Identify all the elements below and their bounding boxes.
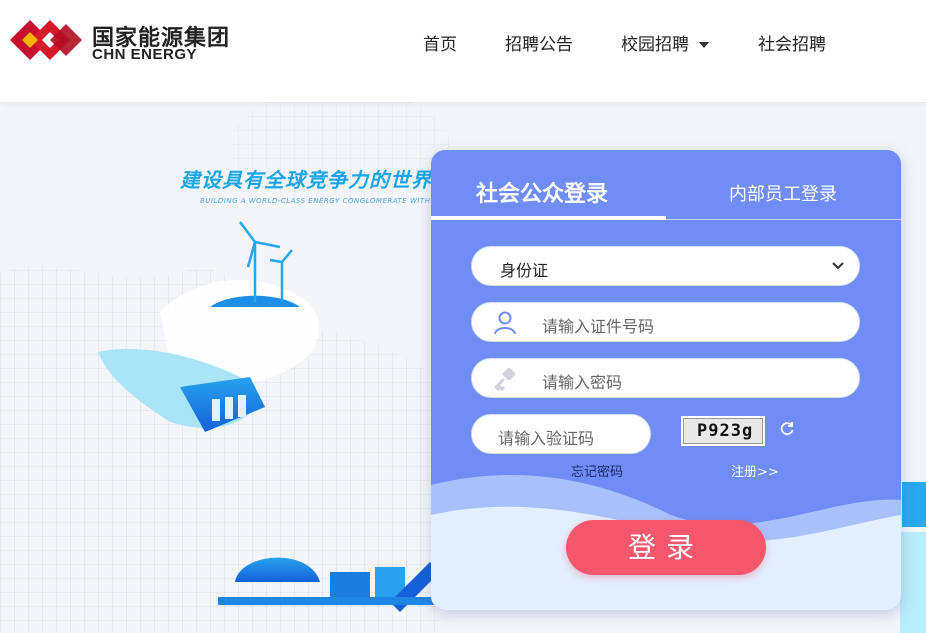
nav-item-home[interactable]: 首页 bbox=[423, 30, 457, 55]
login-tabs: 社会公众登录 内部员工登录 bbox=[431, 150, 901, 220]
password-placeholder: 请输入密码 bbox=[542, 373, 623, 392]
forgot-password-link[interactable]: 忘记密码 bbox=[571, 461, 623, 480]
password-field[interactable]: 请输入密码 bbox=[471, 358, 860, 398]
user-icon bbox=[494, 311, 516, 335]
nav-item-campus[interactable]: 校园招聘 bbox=[621, 30, 709, 55]
captcha-field[interactable]: 请输入验证码 bbox=[471, 414, 651, 454]
site-header: 国家能源集团 CHN ENERGY 首页 招聘公告 校园招聘 社会招聘 bbox=[0, 0, 926, 102]
nav-item-announcements[interactable]: 招聘公告 bbox=[505, 30, 573, 55]
key-icon bbox=[493, 367, 516, 392]
id-number-placeholder: 请输入证件号码 bbox=[542, 317, 655, 336]
captcha-image[interactable]: P923g bbox=[681, 416, 765, 446]
register-link[interactable]: 注册>> bbox=[731, 461, 779, 480]
refresh-icon[interactable] bbox=[779, 420, 795, 436]
id-type-select[interactable]: 身份证 bbox=[471, 246, 860, 286]
id-type-value: 身份证 bbox=[500, 261, 549, 280]
captcha-text: P923g bbox=[697, 421, 754, 441]
caret-down-icon bbox=[699, 42, 709, 48]
tab-public-login[interactable]: 社会公众登录 bbox=[476, 176, 608, 208]
login-panel: 社会公众登录 内部员工登录 身份证 请输入证件号码 请输入密码 请输入验证码 P… bbox=[431, 150, 901, 610]
tab-employee-login[interactable]: 内部员工登录 bbox=[729, 180, 837, 206]
active-tab-indicator bbox=[431, 216, 666, 220]
main-nav: 首页 招聘公告 校园招聘 社会招聘 bbox=[0, 30, 926, 56]
chevron-down-icon bbox=[832, 262, 844, 270]
login-button[interactable]: 登录 bbox=[566, 520, 766, 575]
id-number-field[interactable]: 请输入证件号码 bbox=[471, 302, 860, 342]
nav-item-campus-label: 校园招聘 bbox=[621, 35, 689, 55]
captcha-placeholder: 请输入验证码 bbox=[498, 429, 595, 448]
nav-item-social[interactable]: 社会招聘 bbox=[758, 30, 826, 55]
